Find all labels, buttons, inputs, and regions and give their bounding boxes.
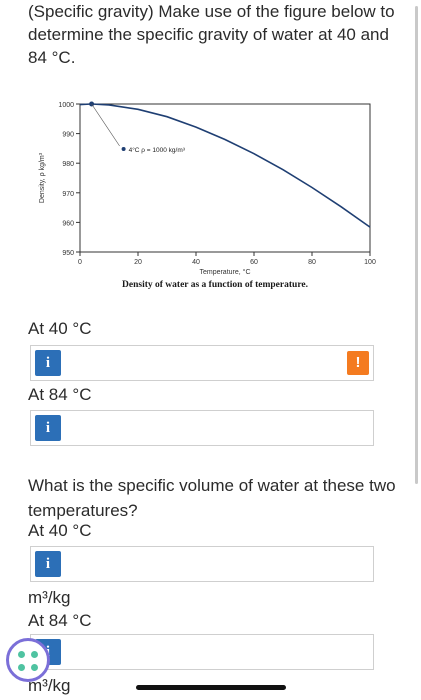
info-icon[interactable]: i <box>35 350 61 376</box>
question-text-specific-volume: What is the specific volume of water at … <box>28 476 396 520</box>
sg84-label: At 84 °C <box>28 385 92 404</box>
x-tick-label: 0 <box>78 259 82 266</box>
sg84-input[interactable] <box>67 415 369 441</box>
home-indicator[interactable] <box>136 685 286 690</box>
sg40-label: At 40 °C <box>28 319 92 338</box>
annotation-label: 4°C ρ = 1000 kg/m³ <box>129 146 186 154</box>
x-tick-label: 60 <box>250 259 258 266</box>
y-tick-label: 960 <box>62 220 74 227</box>
x-tick-label: 80 <box>308 259 316 266</box>
y-tick-label: 1000 <box>58 102 74 109</box>
sg84-answer-field[interactable]: i <box>30 410 374 446</box>
sg40-input[interactable] <box>67 350 369 376</box>
y-tick-label: 950 <box>62 250 74 257</box>
plot-frame <box>79 103 371 253</box>
density-chart: 1000 990 980 970 960 950 0 20 40 60 80 100 Temperatu… <box>30 92 390 302</box>
figure-caption: Density of water as a function of temper… <box>122 280 308 290</box>
x-tick-label: 40 <box>192 259 200 266</box>
sv84-label: At 84 °C <box>28 611 92 630</box>
x-tick-label: 100 <box>364 259 376 266</box>
x-axis-label: Temperature, °C <box>199 268 250 276</box>
y-tick-label: 990 <box>62 132 74 139</box>
sg40-answer-field[interactable]: i ! <box>30 345 374 381</box>
scrollbar[interactable] <box>415 6 418 484</box>
warning-icon[interactable]: ! <box>347 351 369 375</box>
sv40-unit: m³/kg <box>28 588 71 607</box>
x-tick-label: 20 <box>134 259 142 266</box>
sv84-answer-field[interactable]: i <box>30 634 374 670</box>
question-text-specific-gravity: (Specific gravity) Make use of the figur… <box>28 2 395 67</box>
y-axis-label: Density, ρ kg/m³ <box>39 152 46 203</box>
sv40-input[interactable] <box>67 551 369 577</box>
sv40-answer-field[interactable]: i <box>30 546 374 582</box>
info-icon[interactable]: i <box>35 551 61 577</box>
chat-assistant-icon[interactable] <box>6 638 50 682</box>
annotation-marker <box>121 147 126 151</box>
sv40-label: At 40 °C <box>28 521 92 540</box>
info-icon[interactable]: i <box>35 415 61 441</box>
y-tick-label: 980 <box>62 161 74 168</box>
sv84-input[interactable] <box>67 639 369 665</box>
y-tick-label: 970 <box>62 191 74 198</box>
